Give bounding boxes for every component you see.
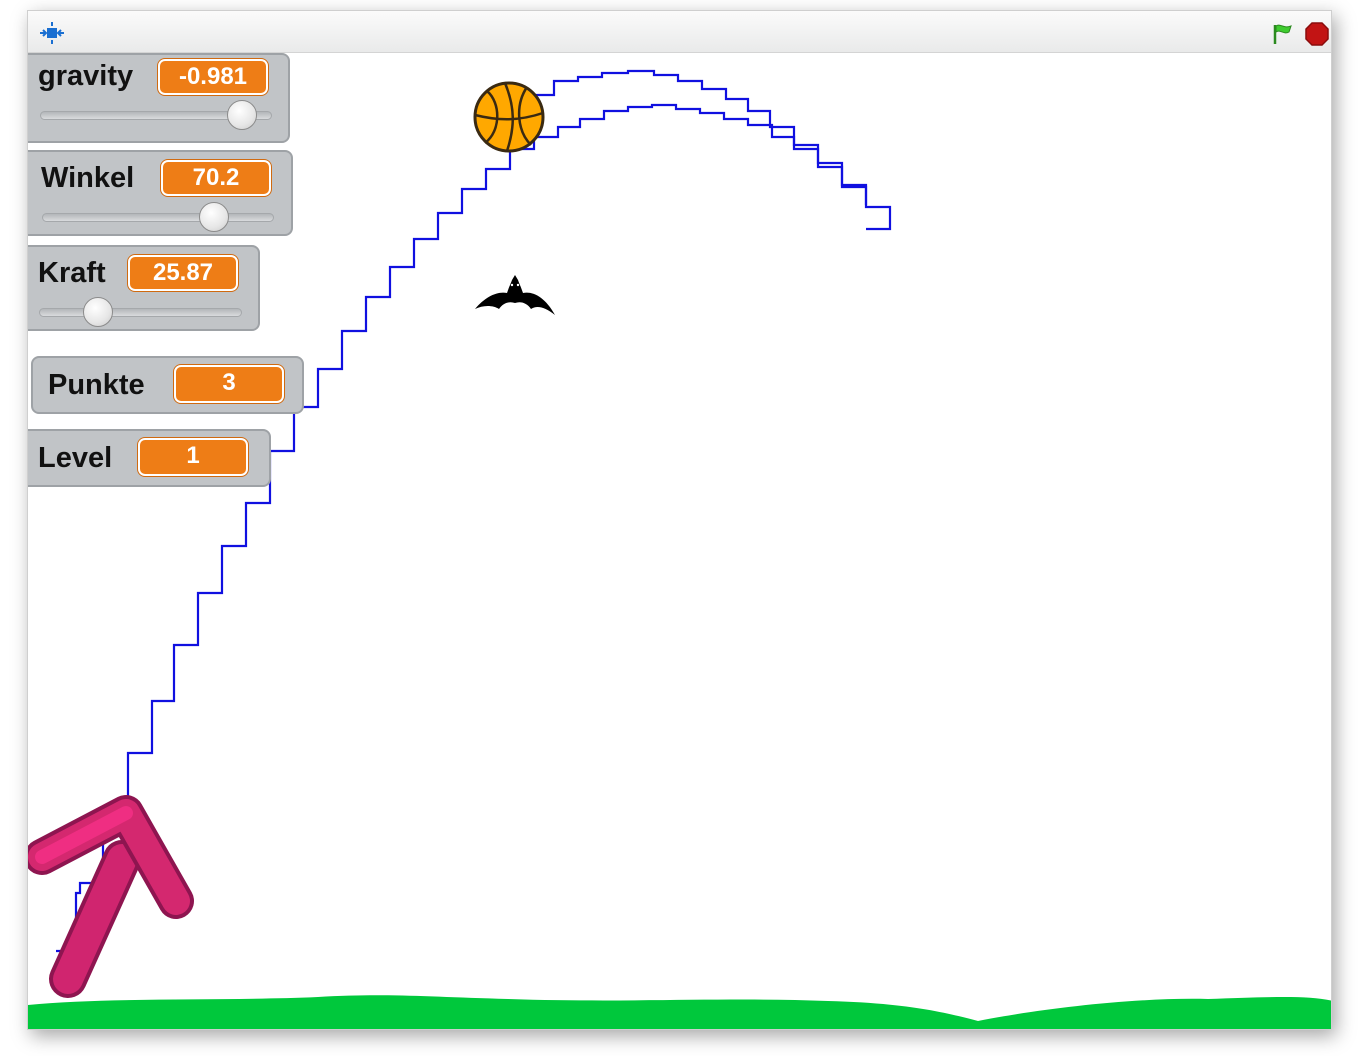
monitor-kraft-slider-knob[interactable]	[82, 297, 113, 327]
monitor-winkel-label: Winkel	[41, 162, 135, 194]
bat-sprite	[475, 275, 555, 315]
monitor-gravity-label: gravity	[38, 60, 134, 92]
monitor-punkte-label: Punkte	[48, 369, 145, 401]
monitor-kraft: Kraft 25.87	[28, 245, 260, 331]
stage-titlebar	[28, 11, 1331, 53]
monitor-kraft-slider-track[interactable]	[39, 308, 242, 317]
monitor-kraft-value: 25.87	[128, 255, 238, 291]
monitor-level-label: Level	[38, 442, 113, 474]
monitor-winkel-slider-track[interactable]	[42, 213, 274, 222]
trajectory-trace-2	[534, 69, 868, 205]
monitor-punkte-value: 3	[174, 365, 284, 403]
monitor-gravity-slider-knob[interactable]	[226, 100, 257, 130]
monitor-winkel: Winkel 70.2	[28, 150, 293, 236]
green-flag-icon[interactable]	[1271, 22, 1295, 51]
monitor-punkte: Punkte 3	[31, 356, 304, 414]
basketball-sprite	[473, 81, 545, 153]
launch-arrow-sprite	[28, 795, 194, 998]
monitor-winkel-value: 70.2	[161, 160, 271, 196]
monitor-winkel-slider-knob[interactable]	[198, 202, 229, 232]
monitor-gravity: gravity -0.981	[28, 53, 290, 143]
monitor-kraft-label: Kraft	[38, 257, 106, 289]
fullscreen-toggle-icon[interactable]	[38, 21, 66, 50]
grass-ground	[28, 995, 1331, 1029]
stage-canvas[interactable]: gravity -0.981 Winkel 70.2 Kraft 25.87 P…	[28, 53, 1331, 1029]
stage-window: gravity -0.981 Winkel 70.2 Kraft 25.87 P…	[27, 10, 1332, 1030]
monitor-level: Level 1	[28, 429, 271, 487]
monitor-gravity-value: -0.981	[158, 59, 268, 95]
monitor-level-value: 1	[138, 438, 248, 476]
stop-sign-icon[interactable]	[1305, 22, 1329, 51]
